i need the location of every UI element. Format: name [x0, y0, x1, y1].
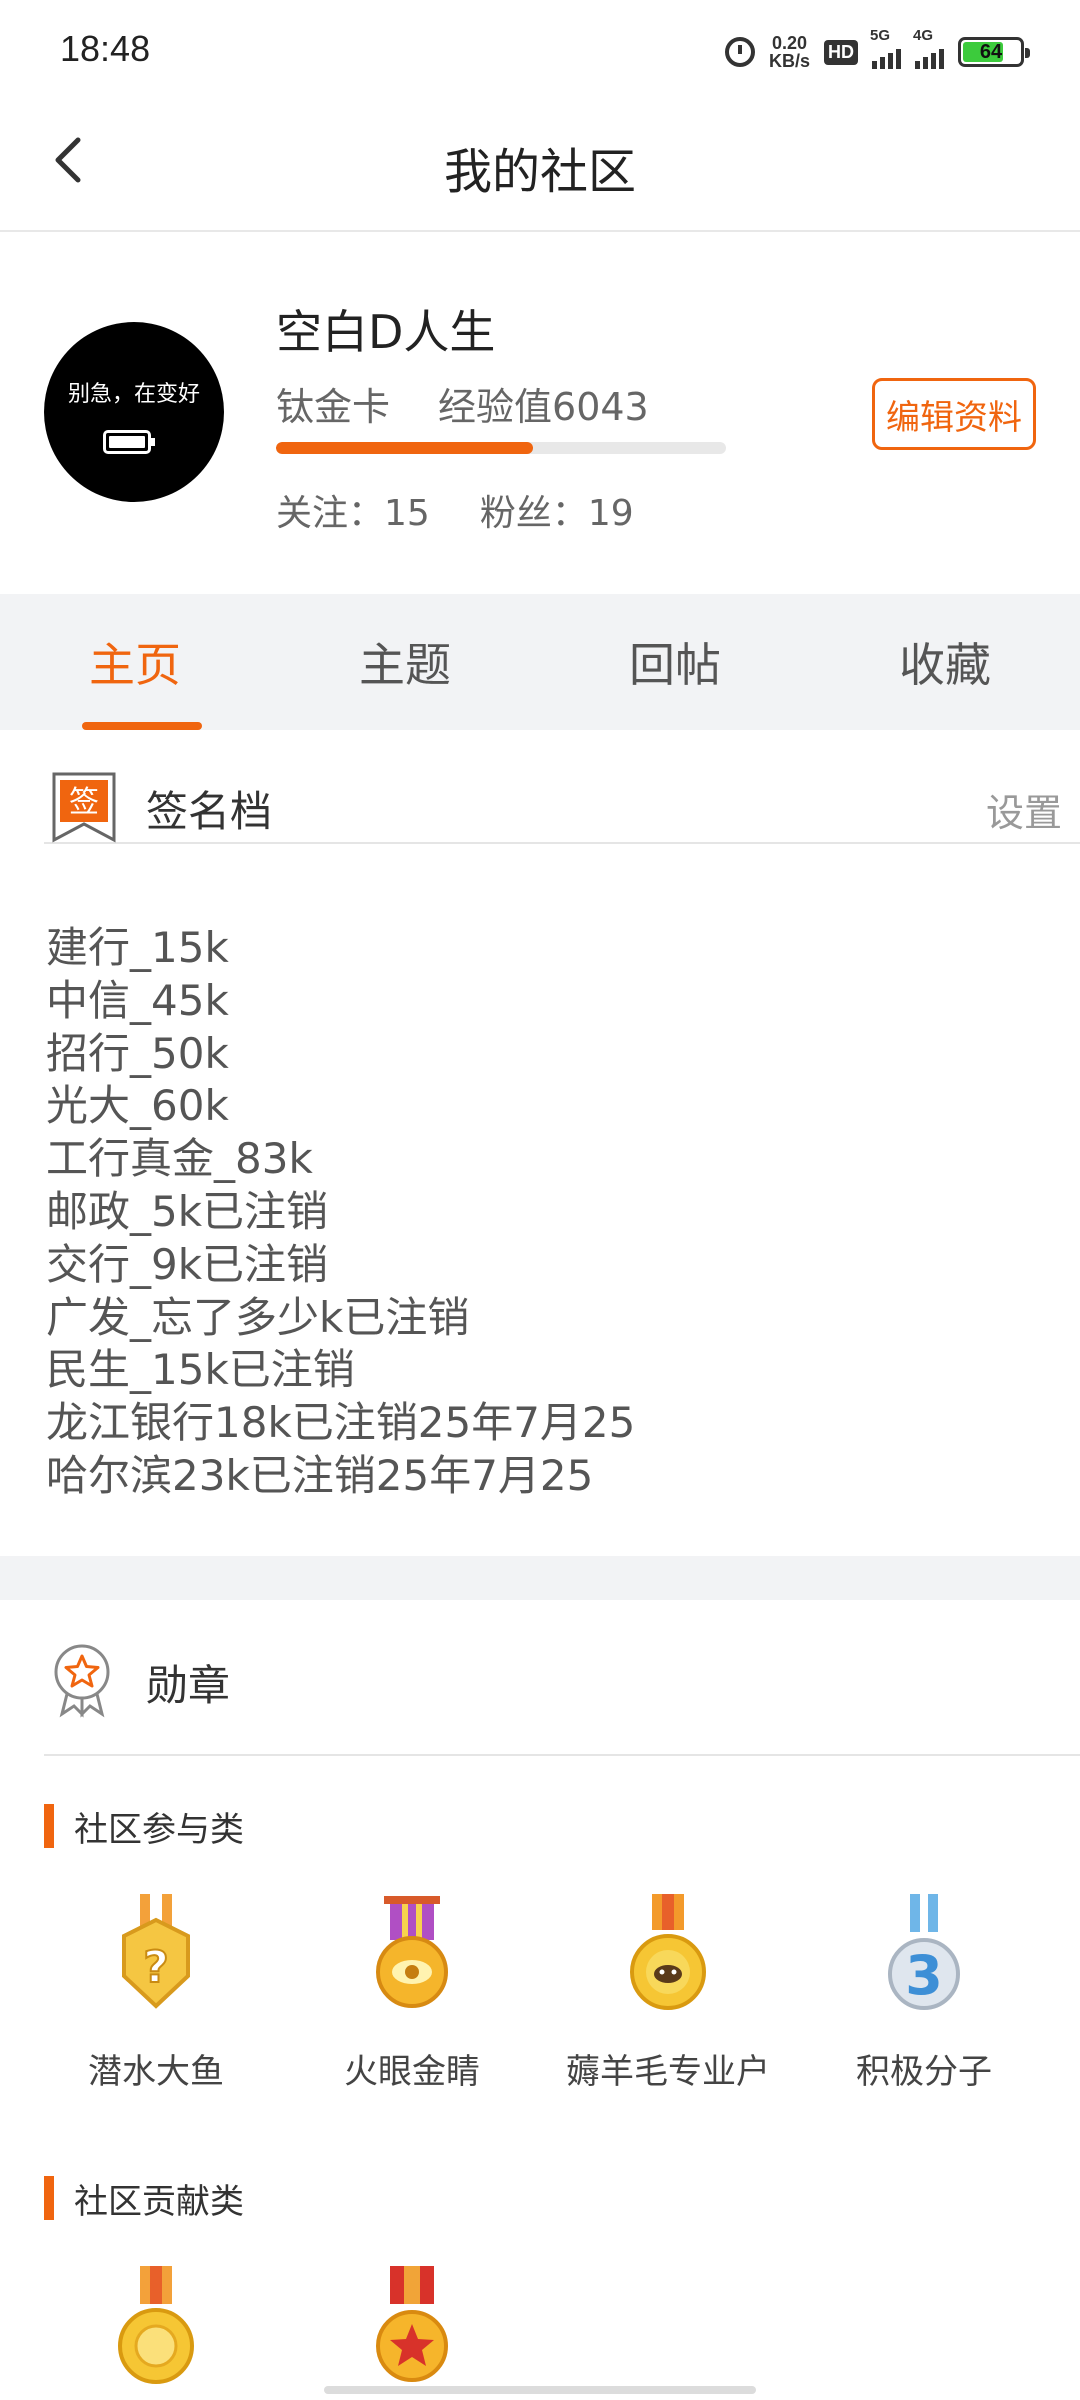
signature-line: 招行_50k [46, 1028, 229, 1078]
signal-5g-label: 5G [870, 27, 891, 44]
signature-icon: 签 [52, 772, 116, 843]
eye-medal-icon [376, 1896, 448, 2008]
category-accent-bar [44, 2176, 54, 2220]
edit-profile-button[interactable]: 编辑资料 [872, 378, 1036, 450]
network-speed-unit: KB/s [768, 51, 810, 71]
sheep-medal-icon [630, 1894, 706, 2010]
medal-name: 积极分子 [856, 2052, 992, 2092]
alarm-icon [724, 37, 755, 67]
signature-icon-char: 签 [69, 785, 99, 820]
status-time: 18:48 [60, 28, 151, 69]
gold-medal-icon [118, 2266, 194, 2384]
followers-count[interactable]: 粉丝：19 [480, 484, 634, 536]
signature-line: 龙江银行18k已注销25年7月25 [46, 1398, 636, 1448]
page-title: 我的社区 [443, 144, 636, 200]
signature-line: 广发_忘了多少k已注销 [46, 1292, 470, 1342]
signal-icon: 5G [870, 27, 901, 69]
tab-bar: 主页 主题 回帖 收藏 [0, 594, 1080, 730]
signal-4g-label: 4G [913, 27, 934, 44]
nav-bar: 我的社区 [0, 100, 1080, 232]
battery-icon [103, 430, 155, 454]
badges-header: 勋章 [44, 1600, 1080, 1756]
svg-text:?: ? [143, 1942, 169, 1993]
experience-progress-fill [276, 442, 533, 454]
active-tab-indicator [82, 722, 202, 730]
signature-line: 建行_15k [46, 923, 229, 972]
medal-item[interactable]: 薅羊毛专业户 [538, 1890, 798, 2093]
signal-4g-icon: 4G [913, 27, 944, 69]
badge-category-title: 社区参与类 [74, 1809, 244, 1850]
status-icons: 0.20 KB/s HD 5G 4G 64 [724, 27, 1030, 74]
number-three-medal-icon: 3 [888, 1894, 960, 2010]
signature-line: 民生_15k已注销 [46, 1345, 355, 1395]
section-divider [0, 1556, 1080, 1600]
category-accent-bar [44, 1804, 54, 1848]
question-medal-icon: ? [122, 1894, 190, 2009]
avatar-text: 别急，在变好 [67, 382, 200, 407]
network-speed-value: 0.20 [771, 33, 808, 53]
signature-line: 交行_9k已注销 [46, 1239, 329, 1289]
signature-line: 中信_45k [46, 975, 229, 1025]
medal-name: 火眼金睛 [344, 2052, 480, 2092]
signature-line: 光大_60k [46, 1081, 229, 1131]
tab-topics[interactable]: 主题 [270, 594, 540, 730]
tab-favorites[interactable]: 收藏 [810, 594, 1080, 730]
signature-title: 签名档 [146, 787, 273, 836]
level-row: 钛金卡 经验值6043 [276, 376, 649, 431]
medal-name: 潜水大鱼 [88, 2052, 224, 2092]
experience-value: 经验值6043 [438, 385, 649, 429]
medal-item[interactable]: 3 积极分子 [794, 1890, 1054, 2093]
badge-category: 社区参与类 [44, 1804, 244, 1850]
home-indicator[interactable] [324, 2386, 756, 2394]
signature-content: 建行_15k 中信_45k 招行_50k 光大_60k 工行真金_83k 邮政_… [46, 922, 635, 1503]
signature-settings-link[interactable]: 设置 [986, 782, 1062, 837]
medal-item[interactable]: 火眼金睛 [282, 1890, 542, 2093]
follow-stats: 关注：15 粉丝：19 [276, 484, 634, 536]
username: 空白D人生 [276, 305, 496, 359]
signature-line: 邮政_5k已注销 [46, 1186, 329, 1236]
battery-icon: 64 [958, 37, 1030, 67]
following-count[interactable]: 关注：15 [276, 484, 430, 536]
status-bar: 18:48 0.20 KB/s HD 5G 4G 64 [0, 0, 1080, 100]
signature-line: 工行真金_83k [46, 1134, 313, 1184]
svg-text:3: 3 [905, 1944, 943, 2007]
badges-title: 勋章 [146, 1661, 231, 1710]
member-level: 钛金卡 [276, 385, 391, 429]
tab-replies[interactable]: 回帖 [540, 594, 810, 730]
battery-level: 64 [979, 40, 1003, 63]
signature-header: 签 签名档 设置 [44, 730, 1080, 844]
tab-home[interactable]: 主页 [0, 594, 270, 730]
avatar[interactable]: 别急，在变好 [44, 322, 224, 502]
medal-icon [54, 1644, 110, 1718]
medal-item[interactable] [282, 2262, 542, 2396]
network-speed: 0.20 KB/s [769, 34, 810, 70]
badge-category: 社区贡献类 [44, 2176, 244, 2222]
star-medal-icon [376, 2266, 448, 2382]
medal-name: 薅羊毛专业户 [566, 2052, 770, 2092]
signature-line: 哈尔滨23k已注销25年7月25 [46, 1450, 594, 1500]
experience-progress-bar [276, 442, 726, 454]
medal-item[interactable] [26, 2262, 286, 2396]
badge-category-title: 社区贡献类 [74, 2181, 244, 2222]
hd-icon: HD [824, 39, 858, 65]
medal-item[interactable]: ? 潜水大鱼 [26, 1890, 286, 2093]
profile-card: 别急，在变好 空白D人生 钛金卡 经验值6043 关注：15 粉丝：19 编辑资… [0, 232, 1080, 594]
